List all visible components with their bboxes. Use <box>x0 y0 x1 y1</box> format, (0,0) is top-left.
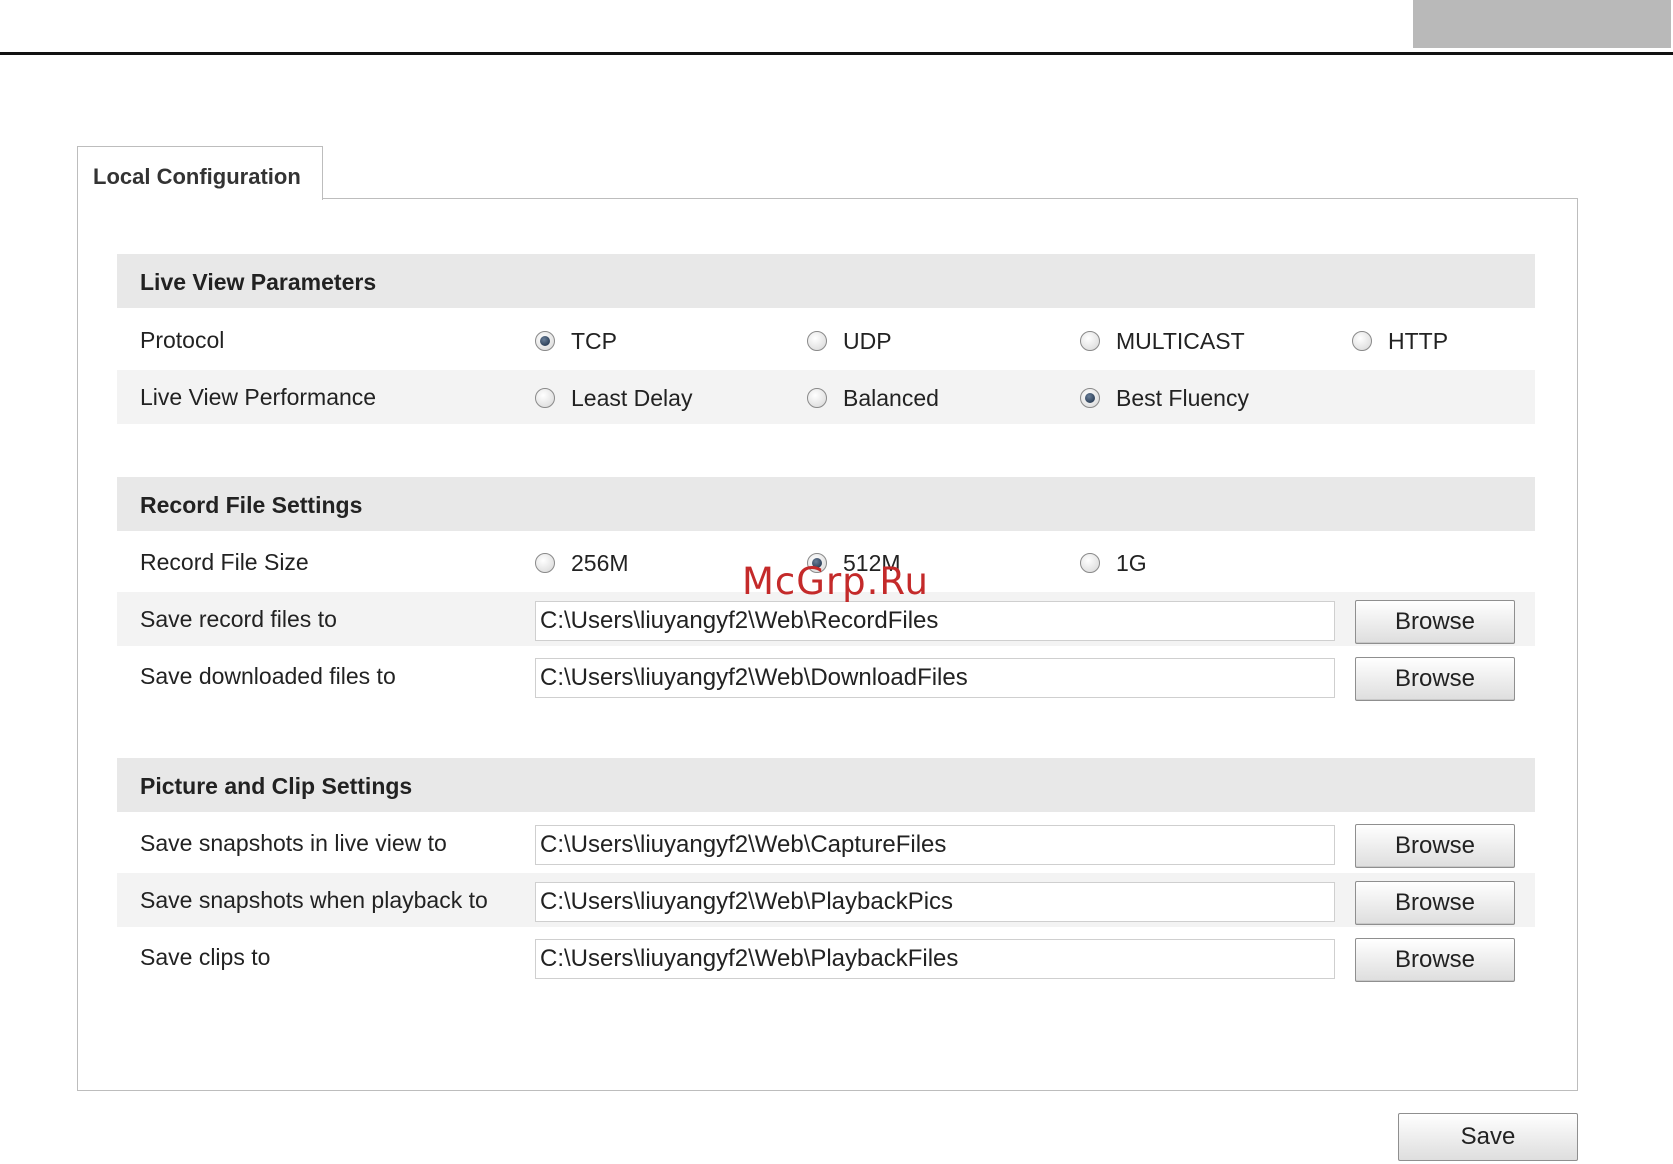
protocol-row: Protocol TCP UDP MULTICAST HTTP <box>117 313 1535 367</box>
save-clips-row: Save clips to Browse <box>117 930 1535 984</box>
performance-option-label: Least Delay <box>571 384 693 411</box>
live-view-performance-label: Live View Performance <box>140 384 377 410</box>
snapshots-live-path-input[interactable] <box>535 825 1335 865</box>
save-snapshots-playback-label: Save snapshots when playback to <box>140 887 488 913</box>
save-snapshots-live-label: Save snapshots in live view to <box>140 830 447 856</box>
radio-checked-icon[interactable] <box>535 331 555 351</box>
save-snapshots-playback-row: Save snapshots when playback to Browse <box>117 873 1535 927</box>
section-header-record-file: Record File Settings <box>117 477 1535 531</box>
performance-option-balanced[interactable]: Balanced <box>807 384 939 412</box>
section-header-picture-clip: Picture and Clip Settings <box>117 758 1535 812</box>
file-size-option-label: 1G <box>1116 549 1147 576</box>
browse-clips-button[interactable]: Browse <box>1355 938 1515 982</box>
record-file-size-label: Record File Size <box>140 549 309 575</box>
protocol-option-http[interactable]: HTTP <box>1352 327 1448 355</box>
save-record-files-label: Save record files to <box>140 606 337 632</box>
radio-unchecked-icon[interactable] <box>535 388 555 408</box>
performance-option-best-fluency[interactable]: Best Fluency <box>1080 384 1249 412</box>
record-files-path-input[interactable] <box>535 601 1335 641</box>
header-divider <box>0 52 1673 55</box>
header-corner-block <box>1413 0 1671 48</box>
radio-checked-icon[interactable] <box>1080 388 1100 408</box>
section-header-live-view: Live View Parameters <box>117 254 1535 308</box>
tab-label: Local Configuration <box>93 164 301 189</box>
save-button[interactable]: Save <box>1398 1113 1578 1161</box>
file-size-option-label: 512M <box>843 549 901 576</box>
protocol-option-udp[interactable]: UDP <box>807 327 892 355</box>
section-title: Picture and Clip Settings <box>140 773 413 799</box>
downloaded-files-path-input[interactable] <box>535 658 1335 698</box>
clips-path-input[interactable] <box>535 939 1335 979</box>
browse-snapshots-playback-button[interactable]: Browse <box>1355 881 1515 925</box>
browse-downloaded-files-button[interactable]: Browse <box>1355 657 1515 701</box>
save-record-files-row: Save record files to Browse <box>117 592 1535 646</box>
radio-checked-icon[interactable] <box>807 553 827 573</box>
section-title: Record File Settings <box>140 492 363 518</box>
live-view-performance-row: Live View Performance Least Delay Balanc… <box>117 370 1535 424</box>
radio-unchecked-icon[interactable] <box>1080 331 1100 351</box>
protocol-option-label: TCP <box>571 327 617 354</box>
file-size-option-label: 256M <box>571 549 629 576</box>
save-downloaded-files-label: Save downloaded files to <box>140 663 396 689</box>
radio-unchecked-icon[interactable] <box>535 553 555 573</box>
radio-unchecked-icon[interactable] <box>1080 553 1100 573</box>
snapshots-playback-path-input[interactable] <box>535 882 1335 922</box>
save-downloaded-files-row: Save downloaded files to Browse <box>117 649 1535 703</box>
protocol-option-label: HTTP <box>1388 327 1449 354</box>
file-size-option-256m[interactable]: 256M <box>535 549 629 577</box>
performance-option-least-delay[interactable]: Least Delay <box>535 384 692 412</box>
browse-record-files-button[interactable]: Browse <box>1355 600 1515 644</box>
protocol-option-label: UDP <box>843 327 892 354</box>
protocol-option-tcp[interactable]: TCP <box>535 327 617 355</box>
file-size-option-512m[interactable]: 512M <box>807 549 901 577</box>
protocol-option-label: MULTICAST <box>1116 327 1245 354</box>
browse-snapshots-live-button[interactable]: Browse <box>1355 824 1515 868</box>
record-file-size-row: Record File Size 256M 512M 1G <box>117 535 1535 589</box>
radio-unchecked-icon[interactable] <box>807 331 827 351</box>
save-clips-label: Save clips to <box>140 944 271 970</box>
radio-unchecked-icon[interactable] <box>1352 331 1372 351</box>
tab-local-configuration[interactable]: Local Configuration <box>77 146 323 200</box>
protocol-option-multicast[interactable]: MULTICAST <box>1080 327 1245 355</box>
performance-option-label: Best Fluency <box>1116 384 1249 411</box>
performance-option-label: Balanced <box>843 384 939 411</box>
protocol-label: Protocol <box>140 327 225 353</box>
radio-unchecked-icon[interactable] <box>807 388 827 408</box>
file-size-option-1g[interactable]: 1G <box>1080 549 1147 577</box>
section-title: Live View Parameters <box>140 269 377 295</box>
save-snapshots-live-row: Save snapshots in live view to Browse <box>117 816 1535 870</box>
